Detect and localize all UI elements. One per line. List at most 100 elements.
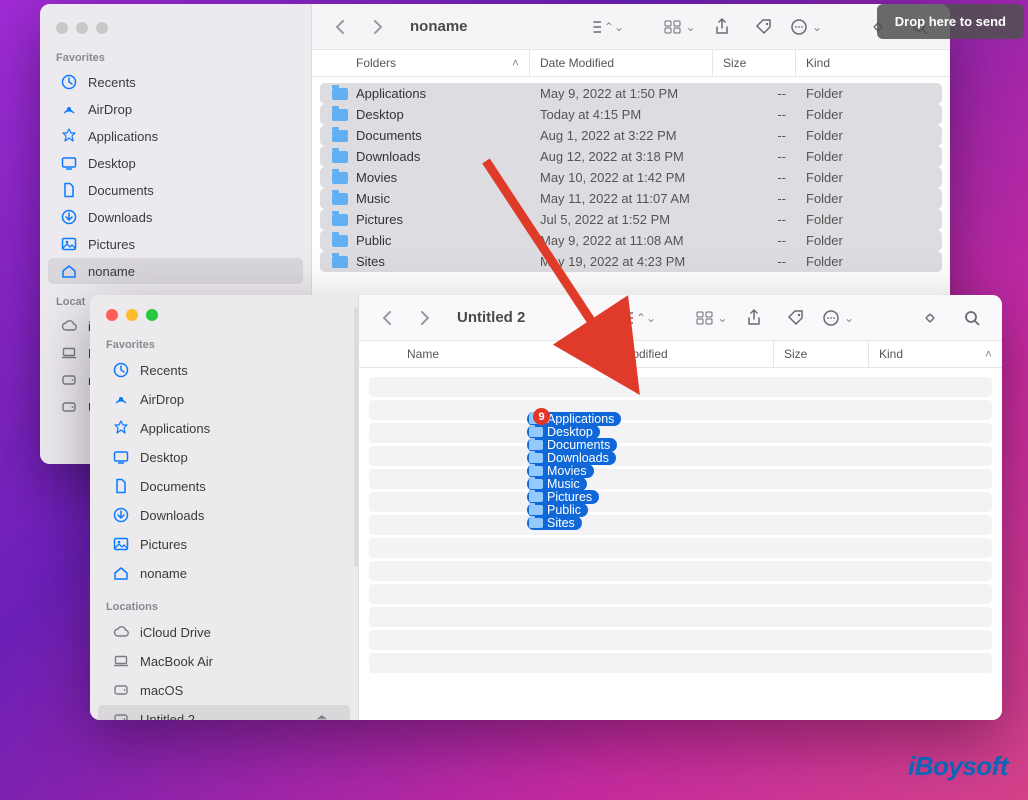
- column-date[interactable]: te Modified: [599, 341, 774, 367]
- sidebar-item-desktop[interactable]: Desktop: [98, 443, 350, 471]
- drag-item-label: Desktop: [547, 425, 593, 439]
- sidebar-item-noname[interactable]: noname: [48, 258, 303, 284]
- sidebar-item-applications[interactable]: Applications: [98, 414, 350, 442]
- file-name: Desktop: [356, 107, 404, 122]
- file-date: May 9, 2022 at 1:50 PM: [530, 84, 713, 103]
- file-size: --: [713, 105, 796, 124]
- table-row[interactable]: MusicMay 11, 2022 at 11:07 AM--Folder: [320, 188, 942, 209]
- tag-icon[interactable]: [748, 15, 780, 39]
- folder-icon: [529, 466, 543, 476]
- back-button[interactable]: [373, 304, 401, 332]
- sidebar-item-documents[interactable]: Documents: [48, 177, 303, 203]
- traffic-lights: [90, 301, 358, 335]
- file-kind: Folder: [796, 252, 942, 271]
- file-kind: Folder: [796, 147, 942, 166]
- watermark: iBoysoft: [908, 751, 1008, 782]
- sidebar-item-label: MacBook Air: [140, 654, 213, 669]
- column-headers: Folders˄ Date Modified Size Kind: [312, 50, 950, 77]
- main-pane: Untitled 2 ⌃⌄ ⌄ ⌄ Name te Modified Size …: [359, 295, 1002, 720]
- column-date[interactable]: Date Modified: [530, 50, 713, 76]
- forward-button[interactable]: [411, 304, 439, 332]
- view-list-icon[interactable]: ⌃⌄: [624, 306, 656, 330]
- file-kind: Folder: [796, 105, 942, 124]
- column-size[interactable]: Size: [713, 50, 796, 76]
- apps-icon: [60, 127, 78, 145]
- sidebar-item-label: Documents: [88, 183, 154, 198]
- drag-item: Music: [527, 477, 587, 491]
- disk-icon: [112, 710, 130, 720]
- drop-area[interactable]: 9 ApplicationsDesktopDocumentsDownloadsM…: [359, 368, 1002, 720]
- table-row[interactable]: DownloadsAug 12, 2022 at 3:18 PM--Folder: [320, 146, 942, 167]
- window-title: Untitled 2: [457, 309, 525, 326]
- column-kind[interactable]: Kind˄: [869, 341, 1002, 367]
- sidebar-item-applications[interactable]: Applications: [48, 123, 303, 149]
- column-name[interactable]: Name: [359, 341, 599, 367]
- minimize-button[interactable]: [126, 309, 138, 321]
- forward-button[interactable]: [364, 13, 392, 41]
- sidebar-item-pictures[interactable]: Pictures: [48, 231, 303, 257]
- sidebar-item-label: Applications: [88, 129, 158, 144]
- table-row[interactable]: SitesMay 19, 2022 at 4:23 PM--Folder: [320, 251, 942, 272]
- share-icon[interactable]: [738, 306, 770, 330]
- file-size: --: [713, 252, 796, 271]
- column-size[interactable]: Size: [774, 341, 869, 367]
- sidebar-item-untitled-2[interactable]: Untitled 2⏏: [98, 705, 350, 720]
- expand-icon[interactable]: [914, 306, 946, 330]
- table-row[interactable]: DocumentsAug 1, 2022 at 3:22 PM--Folder: [320, 125, 942, 146]
- view-list-icon[interactable]: ⌃⌄: [592, 15, 624, 39]
- sidebar-item-label: Applications: [140, 421, 210, 436]
- sidebar-item-label: Documents: [140, 479, 206, 494]
- clock-icon: [60, 73, 78, 91]
- table-row[interactable]: DesktopToday at 4:15 PM--Folder: [320, 104, 942, 125]
- drag-item-label: Downloads: [547, 451, 609, 465]
- more-icon[interactable]: ⌄: [822, 306, 854, 330]
- sidebar-item-desktop[interactable]: Desktop: [48, 150, 303, 176]
- sidebar-item-pictures[interactable]: Pictures: [98, 530, 350, 558]
- sidebar-item-documents[interactable]: Documents: [98, 472, 350, 500]
- more-icon[interactable]: ⌄: [790, 15, 822, 39]
- sidebar-item-airdrop[interactable]: AirDrop: [48, 96, 303, 122]
- close-button[interactable]: [56, 22, 68, 34]
- group-icon[interactable]: ⌄: [696, 306, 728, 330]
- desktop-icon: [60, 154, 78, 172]
- sidebar-item-downloads[interactable]: Downloads: [98, 501, 350, 529]
- close-button[interactable]: [106, 309, 118, 321]
- favorites-heading: Favorites: [90, 335, 358, 355]
- sidebar-item-macbook-air[interactable]: MacBook Air: [98, 647, 350, 675]
- column-kind[interactable]: Kind: [796, 50, 950, 76]
- sidebar-item-downloads[interactable]: Downloads: [48, 204, 303, 230]
- table-row[interactable]: ApplicationsMay 9, 2022 at 1:50 PM--Fold…: [320, 83, 942, 104]
- sidebar-item-airdrop[interactable]: AirDrop: [98, 385, 350, 413]
- share-icon[interactable]: [706, 15, 738, 39]
- search-icon[interactable]: [956, 306, 988, 330]
- traffic-lights: [40, 14, 311, 48]
- column-name[interactable]: Folders˄: [312, 50, 530, 76]
- tag-icon[interactable]: [780, 306, 812, 330]
- zoom-button[interactable]: [96, 22, 108, 34]
- file-date: Jul 5, 2022 at 1:52 PM: [530, 210, 713, 229]
- sidebar-item-icloud-drive[interactable]: iCloud Drive: [98, 618, 350, 646]
- drag-item-label: Sites: [547, 516, 575, 530]
- table-row[interactable]: PublicMay 9, 2022 at 11:08 AM--Folder: [320, 230, 942, 251]
- table-row[interactable]: MoviesMay 10, 2022 at 1:42 PM--Folder: [320, 167, 942, 188]
- drag-item: Documents: [527, 438, 617, 452]
- group-icon[interactable]: ⌄: [664, 15, 696, 39]
- table-row[interactable]: PicturesJul 5, 2022 at 1:52 PM--Folder: [320, 209, 942, 230]
- eject-icon[interactable]: ⏏: [316, 711, 328, 720]
- sidebar-item-recents[interactable]: Recents: [98, 356, 350, 384]
- drag-item-label: Pictures: [547, 490, 592, 504]
- zoom-button[interactable]: [146, 309, 158, 321]
- sidebar-item-noname[interactable]: noname: [98, 559, 350, 587]
- back-button[interactable]: [326, 13, 354, 41]
- drag-item: Sites: [527, 516, 582, 530]
- sidebar-item-macos[interactable]: macOS: [98, 676, 350, 704]
- folder-icon: [529, 427, 543, 437]
- minimize-button[interactable]: [76, 22, 88, 34]
- file-kind: Folder: [796, 189, 942, 208]
- file-size: --: [713, 210, 796, 229]
- file-name: Public: [356, 233, 391, 248]
- sidebar-item-recents[interactable]: Recents: [48, 69, 303, 95]
- file-name: Movies: [356, 170, 397, 185]
- finder-window-untitled: Favorites RecentsAirDrop Applications Desk…: [90, 295, 1002, 720]
- drag-count-badge: 9: [533, 408, 550, 425]
